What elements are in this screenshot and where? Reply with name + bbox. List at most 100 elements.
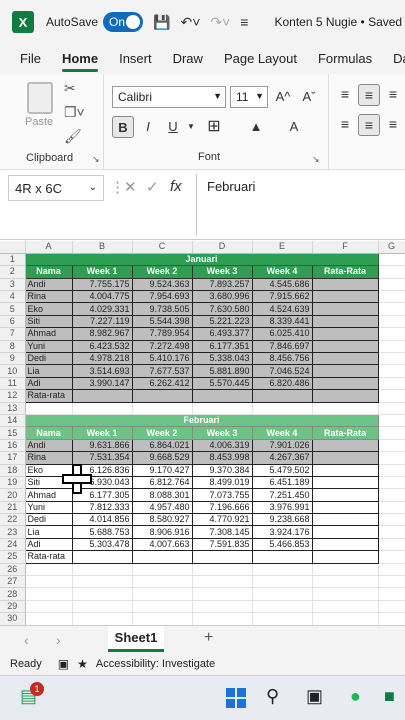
value-cell[interactable]: 8.982.967: [71, 327, 133, 341]
menu-data[interactable]: Data: [393, 44, 405, 74]
cut-icon[interactable]: ✂: [64, 80, 76, 97]
row-header[interactable]: 4: [0, 290, 26, 304]
value-cell[interactable]: 4.267.367: [251, 451, 313, 465]
insert-function-button[interactable]: fx: [170, 178, 182, 195]
row-header[interactable]: 11: [0, 377, 26, 391]
cell[interactable]: [252, 402, 313, 415]
column-title-cell[interactable]: Week 2: [131, 426, 193, 440]
name-cell[interactable]: Andi: [24, 438, 73, 453]
menu-home[interactable]: Home: [61, 44, 99, 74]
sheet-table[interactable]: A B C D E F G 1 Januari 2 Nama Week 1 Week 2 Week 3 We…: [0, 241, 405, 625]
cell[interactable]: [378, 563, 405, 577]
name-cell[interactable]: Adi: [24, 376, 73, 391]
cell[interactable]: [378, 414, 405, 428]
value-cell[interactable]: 5.221.223: [191, 314, 253, 329]
previous-sheet-icon[interactable]: ‹: [24, 632, 29, 648]
value-cell[interactable]: 3.680.996: [191, 290, 253, 304]
cell[interactable]: [252, 575, 313, 589]
total-label-cell[interactable]: Rata-rata: [24, 550, 73, 564]
value-cell[interactable]: 5.303.478: [71, 537, 133, 552]
value-cell[interactable]: 8.906.916: [131, 525, 193, 539]
align-right-icon[interactable]: ≡: [382, 114, 404, 136]
value-cell[interactable]: 7.227.119: [71, 314, 133, 329]
row-header[interactable]: 14: [0, 414, 26, 428]
cell[interactable]: [312, 587, 379, 601]
value-cell[interactable]: 7.073.755: [191, 488, 253, 502]
value-cell[interactable]: 7.591.835: [191, 537, 253, 552]
average-cell[interactable]: [311, 314, 379, 329]
column-header-c[interactable]: C: [132, 241, 193, 254]
value-cell[interactable]: 5.570.445: [191, 376, 253, 391]
total-cell[interactable]: [251, 389, 313, 403]
cell[interactable]: [378, 612, 405, 625]
cell[interactable]: [192, 575, 253, 589]
value-cell[interactable]: 4.004.775: [71, 290, 133, 304]
excel-taskbar-icon[interactable]: ■: [384, 686, 395, 707]
cell[interactable]: [378, 253, 405, 267]
column-title-cell[interactable]: Week 3: [191, 265, 253, 279]
average-cell[interactable]: [311, 463, 379, 477]
value-cell[interactable]: 7.812.333: [71, 500, 133, 515]
spotify-icon[interactable]: ●: [350, 686, 361, 707]
average-cell[interactable]: [311, 351, 379, 366]
value-cell[interactable]: 9.668.529: [131, 451, 193, 465]
column-title-cell[interactable]: Rata-Rata: [311, 426, 379, 440]
column-title-cell[interactable]: Week 4: [251, 265, 313, 279]
average-cell[interactable]: [311, 327, 379, 341]
average-cell[interactable]: [311, 537, 379, 552]
column-title-cell[interactable]: Week 2: [131, 265, 193, 279]
cell[interactable]: [378, 575, 405, 589]
cell[interactable]: [378, 389, 405, 403]
enter-icon[interactable]: ✓: [146, 178, 159, 196]
menu-insert[interactable]: Insert: [119, 44, 152, 74]
value-cell[interactable]: 7.630.580: [191, 302, 253, 316]
cell[interactable]: [252, 600, 313, 614]
value-cell[interactable]: 4.770.921: [191, 513, 253, 527]
value-cell[interactable]: 9.738.505: [131, 302, 193, 316]
cell[interactable]: [378, 464, 405, 477]
shrink-font-button[interactable]: Aˇ: [298, 86, 320, 108]
row-header[interactable]: 6: [0, 315, 26, 329]
select-all-corner[interactable]: [0, 241, 26, 254]
fill-color-icon[interactable]: ▲: [245, 116, 267, 138]
value-cell[interactable]: 5.479.502: [251, 463, 313, 477]
value-cell[interactable]: 7.677.537: [131, 364, 193, 378]
name-cell[interactable]: Yuni: [24, 339, 73, 354]
value-cell[interactable]: 7.755.175: [71, 277, 133, 292]
accessibility-icon[interactable]: ★: [77, 657, 88, 671]
value-cell[interactable]: 5.410.176: [131, 351, 193, 366]
cell[interactable]: [132, 587, 193, 601]
cell[interactable]: [72, 612, 133, 625]
row-header[interactable]: 28: [0, 587, 26, 601]
column-header-e[interactable]: E: [252, 241, 313, 254]
value-cell[interactable]: 6.451.189: [251, 475, 313, 490]
cell[interactable]: [72, 600, 133, 614]
accessibility-status[interactable]: Accessibility: Investigate: [96, 658, 215, 670]
cell[interactable]: [72, 402, 133, 415]
value-cell[interactable]: 7.272.498: [131, 339, 193, 354]
cell[interactable]: [378, 290, 405, 304]
name-cell[interactable]: Adi: [24, 537, 73, 552]
row-header[interactable]: 18: [0, 464, 26, 477]
italic-button[interactable]: I: [137, 116, 159, 138]
cell[interactable]: [72, 563, 133, 577]
row-header[interactable]: 1: [0, 253, 26, 267]
value-cell[interactable]: 5.544.398: [131, 314, 193, 329]
cell[interactable]: [72, 575, 133, 589]
value-cell[interactable]: 4.007.663: [131, 537, 193, 552]
cell[interactable]: [378, 439, 405, 453]
name-cell[interactable]: Ahmad: [24, 327, 73, 341]
sheet-tab-sheet1[interactable]: Sheet1: [108, 626, 164, 652]
value-cell[interactable]: 5.881.890: [191, 364, 253, 378]
value-cell[interactable]: 4.029.331: [71, 302, 133, 316]
menu-page-layout[interactable]: Page Layout: [224, 44, 297, 74]
cell[interactable]: [378, 451, 405, 465]
row-header[interactable]: 24: [0, 538, 26, 552]
cell[interactable]: [378, 364, 405, 378]
chevron-down-icon[interactable]: ▼: [180, 116, 202, 138]
column-title-cell[interactable]: Nama: [24, 265, 73, 279]
value-cell[interactable]: 9.631.866: [71, 438, 133, 453]
name-cell[interactable]: Dedi: [24, 513, 73, 527]
value-cell[interactable]: 4.006.319: [191, 438, 253, 453]
cell[interactable]: [192, 563, 253, 577]
